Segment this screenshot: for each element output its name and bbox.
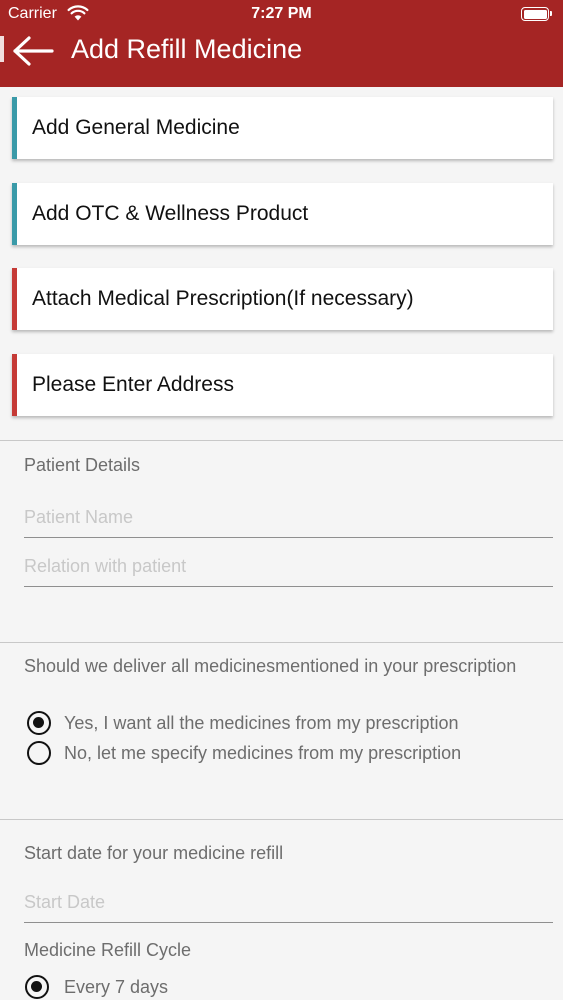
enter-address-card[interactable]: Please Enter Address (12, 354, 553, 416)
back-button[interactable] (12, 34, 56, 68)
radio-label: Yes, I want all the medicines from my pr… (64, 713, 459, 733)
card-label: Add General Medicine (32, 116, 240, 139)
delivery-question: Should we deliver all medicinesmentioned… (24, 656, 517, 676)
page-title: Add Refill Medicine (71, 34, 303, 64)
refill-cycle-heading: Medicine Refill Cycle (24, 940, 192, 960)
section-divider (0, 642, 563, 643)
status-bar: Carrier 7:27 PM (0, 0, 563, 30)
radio-unchecked-icon[interactable] (27, 741, 51, 765)
radio-checked-icon[interactable] (27, 711, 51, 735)
status-time: 7:27 PM (251, 5, 312, 22)
back-edge-icon (0, 36, 4, 62)
add-otc-wellness-card[interactable]: Add OTC & Wellness Product (12, 183, 553, 245)
radio-checked-icon[interactable] (25, 975, 49, 999)
section-divider (0, 440, 563, 441)
patient-name-input[interactable] (24, 498, 553, 537)
cycle-option-7-days[interactable]: Every 7 days (25, 973, 227, 1000)
start-date-input[interactable] (24, 883, 553, 922)
add-general-medicine-card[interactable]: Add General Medicine (12, 97, 553, 159)
card-label: Add OTC & Wellness Product (32, 202, 309, 225)
start-date-heading: Start date for your medicine refill (24, 843, 284, 863)
relation-input[interactable] (24, 547, 553, 586)
patient-details-heading: Patient Details (24, 455, 141, 475)
start-date-field[interactable] (24, 883, 553, 923)
battery-icon (521, 7, 552, 21)
arrow-left-icon (13, 36, 54, 66)
card-label: Please Enter Address (32, 373, 234, 396)
delivery-option-specify[interactable]: No, let me specify medicines from my pre… (27, 739, 507, 767)
delivery-option-all[interactable]: Yes, I want all the medicines from my pr… (27, 709, 507, 737)
card-label: Attach Medical Prescription(If necessary… (32, 287, 414, 310)
patient-name-field[interactable] (24, 498, 553, 538)
attach-prescription-card[interactable]: Attach Medical Prescription(If necessary… (12, 268, 553, 330)
section-divider (0, 819, 563, 820)
app-bar: Carrier 7:27 PM Add Refill Medicine (0, 0, 563, 87)
radio-label: No, let me specify medicines from my pre… (64, 743, 462, 763)
relation-field[interactable] (24, 547, 553, 587)
radio-label: Every 7 days (64, 977, 169, 997)
